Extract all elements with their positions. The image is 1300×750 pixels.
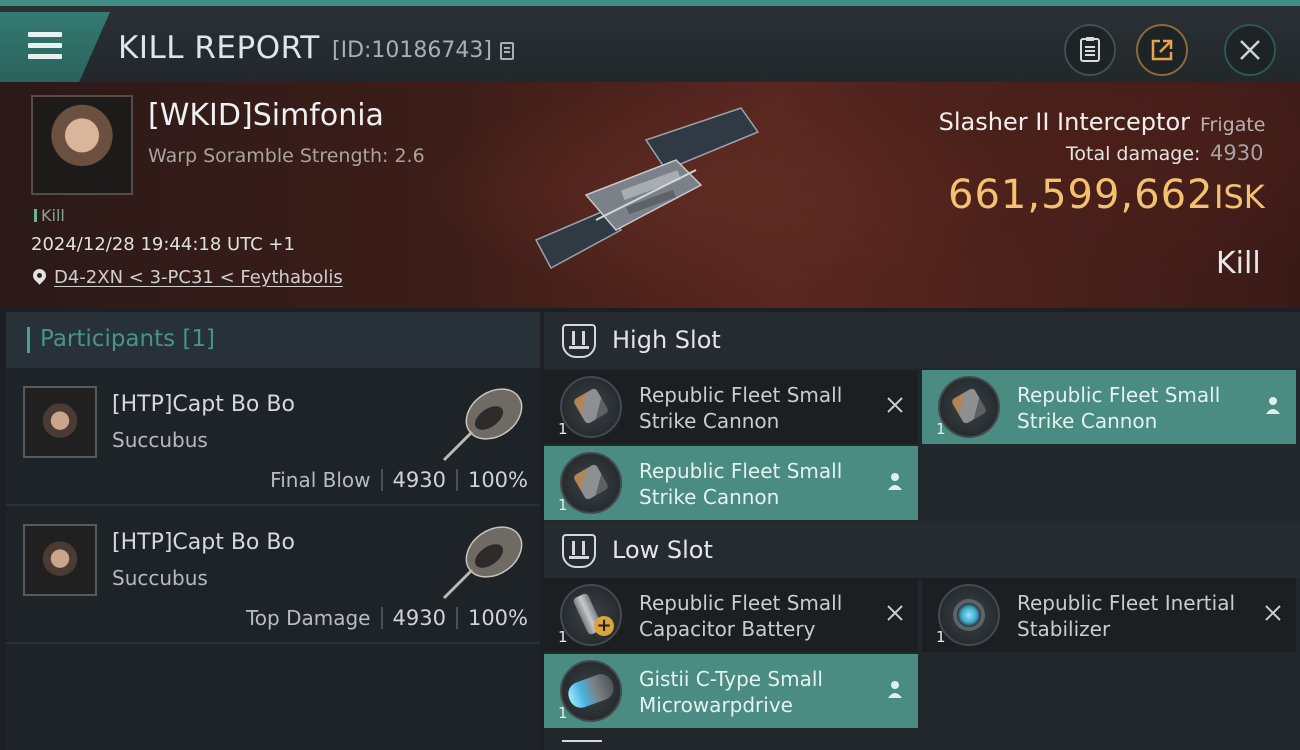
participant-damage: 4930 — [392, 606, 446, 630]
module-item[interactable]: 1 Gistii C-Type Small Microwarpdrive — [544, 654, 918, 728]
participant-row[interactable]: [HTP]Capt Bo Bo Succubus Final Blow 4930… — [6, 370, 540, 506]
participant-ship: Succubus — [112, 428, 208, 452]
victim-name[interactable]: [WKID]Simfonia — [148, 98, 384, 133]
high-slot-header: High Slot — [544, 312, 1300, 368]
copy-icon[interactable] — [500, 42, 514, 60]
kill-timestamp: 2024/12/28 19:44:18 UTC +1 — [31, 234, 295, 255]
dropped-person-icon — [888, 473, 902, 490]
isk-unit: ISK — [1214, 178, 1265, 216]
module-name: Republic Fleet Small Strike Cannon — [639, 383, 843, 433]
participants-title: Participants [1] — [40, 326, 215, 352]
report-button[interactable] — [1064, 24, 1116, 76]
module-item[interactable]: 1 Republic Fleet Inertial Stabilizer — [922, 578, 1296, 652]
share-icon — [1151, 39, 1173, 61]
isk-value: 661,599,662 — [948, 172, 1214, 218]
participant-ship: Succubus — [112, 566, 208, 590]
destroyed-x-icon — [887, 605, 903, 621]
module-name: Gistii C-Type Small Microwarpdrive — [639, 667, 823, 717]
report-id: [ID:10186743] — [332, 38, 492, 63]
participant-ship-image — [442, 388, 523, 462]
module-name: Republic Fleet Small Strike Cannon — [639, 459, 843, 509]
kill-location-link[interactable]: D4-2XN < 3-PC31 < Feythabolis — [54, 267, 343, 288]
module-item[interactable]: 1 Republic Fleet Small Strike Cannon — [544, 370, 918, 444]
participant-avatar[interactable] — [23, 524, 97, 596]
inertial-stabilizer-icon — [938, 584, 1000, 646]
module-quantity: 1 — [558, 628, 568, 646]
menu-icon — [28, 32, 62, 60]
participant-avatar[interactable] — [23, 386, 97, 458]
strike-cannon-icon — [560, 452, 622, 514]
fitting-panel: High Slot 1 Republic Fleet Small Strike … — [544, 312, 1300, 750]
share-button[interactable] — [1136, 24, 1188, 76]
module-quantity: 1 — [936, 420, 946, 438]
strike-cannon-icon — [938, 376, 1000, 438]
menu-button[interactable] — [0, 12, 110, 82]
module-name: Republic Fleet Small Strike Cannon — [1017, 383, 1221, 433]
module-quantity: 1 — [936, 628, 946, 646]
kill-tag: Kill — [34, 206, 65, 225]
close-icon — [1240, 40, 1260, 60]
participant-row[interactable]: [HTP]Capt Bo Bo Succubus Top Damage 4930… — [6, 508, 540, 644]
warp-scramble-strength: Warp Soramble Strength: 2.6 — [148, 145, 425, 167]
participant-role: Final Blow — [270, 468, 371, 492]
victim-avatar[interactable] — [31, 95, 133, 195]
header-bar: KILL REPORT [ID:10186743] — [0, 0, 1300, 82]
close-button[interactable] — [1224, 24, 1276, 76]
slot-icon — [562, 324, 596, 358]
module-item[interactable]: 1 Republic Fleet Small Strike Cannon — [544, 446, 918, 520]
destroyed-x-icon — [1265, 605, 1281, 621]
report-icon — [1080, 37, 1100, 62]
low-slot-header: Low Slot — [544, 522, 1300, 578]
victim-ship-name[interactable]: Slasher II Interceptor — [939, 108, 1190, 136]
low-slot-title: Low Slot — [612, 536, 713, 564]
total-damage-value: 4930 — [1210, 141, 1264, 165]
module-item[interactable]: 1 Republic Fleet Small Strike Cannon — [922, 370, 1296, 444]
participant-stats: Final Blow 4930 100% — [270, 468, 528, 492]
dropped-person-icon — [888, 681, 902, 698]
kill-result: Kill — [1216, 246, 1261, 281]
dropped-person-icon — [1266, 397, 1280, 414]
module-item[interactable]: 1 Republic Fleet Small Capacitor Battery — [544, 578, 918, 652]
strike-cannon-icon — [560, 376, 622, 438]
participants-header: Participants [1] — [6, 312, 540, 368]
capacitor-battery-icon — [560, 584, 622, 646]
participant-percent: 100% — [467, 468, 528, 492]
participant-percent: 100% — [467, 606, 528, 630]
participant-damage: 4930 — [392, 468, 446, 492]
participant-name: [HTP]Capt Bo Bo — [112, 392, 295, 417]
next-slot-header-partial — [562, 740, 602, 750]
participant-ship-image — [442, 526, 523, 600]
participants-panel: Participants [1] [HTP]Capt Bo Bo Succubu… — [6, 312, 540, 750]
victim-ship-class: Frigate — [1200, 114, 1266, 136]
victim-ship-image — [534, 107, 760, 270]
module-quantity: 1 — [558, 420, 568, 438]
page-title: KILL REPORT — [118, 30, 320, 66]
module-quantity: 1 — [558, 496, 568, 514]
module-name: Republic Fleet Small Capacitor Battery — [639, 591, 843, 641]
high-slot-title: High Slot — [612, 326, 721, 354]
microwarpdrive-icon — [560, 660, 622, 722]
module-quantity: 1 — [558, 704, 568, 722]
slot-icon — [562, 534, 596, 568]
destroyed-x-icon — [887, 397, 903, 413]
module-name: Republic Fleet Inertial Stabilizer — [1017, 591, 1236, 641]
participant-stats: Top Damage 4930 100% — [246, 606, 528, 630]
total-damage-label: Total damage: — [1066, 143, 1201, 165]
participant-name: [HTP]Capt Bo Bo — [112, 530, 295, 555]
participant-role: Top Damage — [245, 606, 371, 630]
